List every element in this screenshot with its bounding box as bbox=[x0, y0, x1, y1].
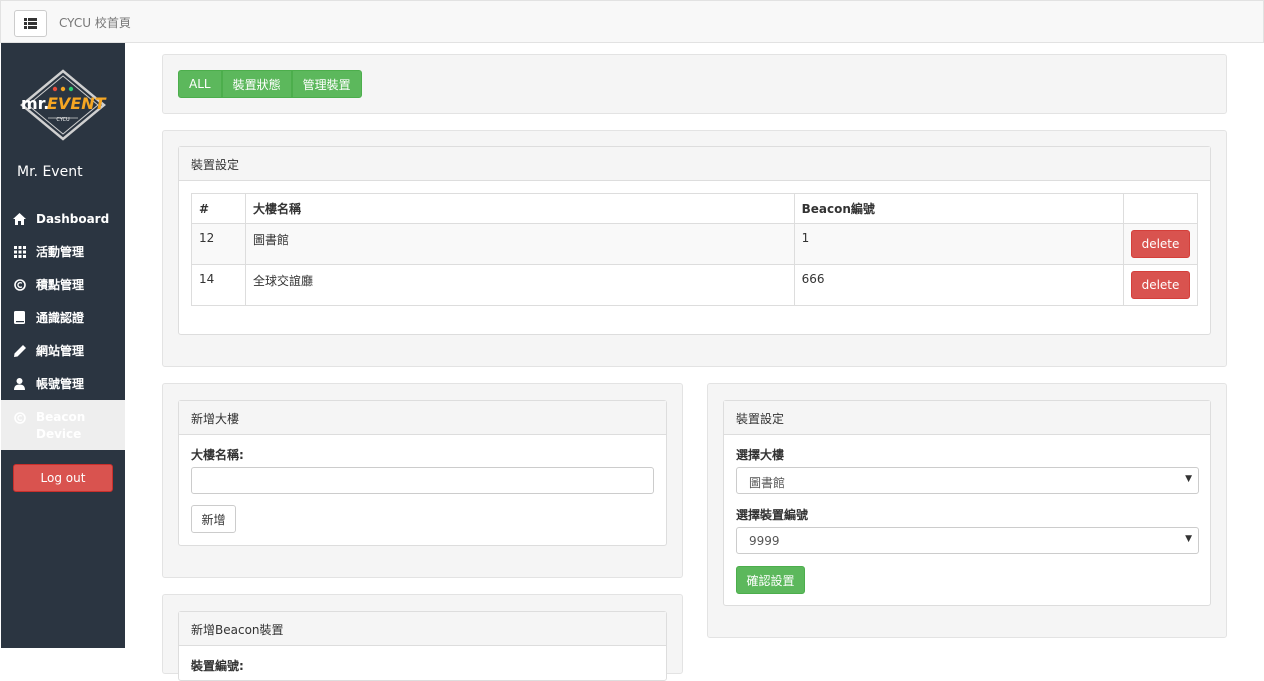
grid-icon bbox=[13, 245, 26, 258]
panel-heading: 新增大樓 bbox=[179, 401, 666, 435]
filter-button-group: ALL 裝置狀態 管理裝置 bbox=[178, 70, 362, 98]
building-name-input[interactable] bbox=[191, 467, 654, 494]
device-config-panel: 裝置設定 選擇大樓 圖書館 ▼ 選擇裝置編號 9999 ▼ 確認設置 bbox=[723, 400, 1211, 606]
sidebar-item-dashboard[interactable]: Dashboard bbox=[1, 202, 125, 235]
sidebar-item-accounts[interactable]: 帳號管理 bbox=[1, 367, 125, 400]
menu-toggle-button[interactable] bbox=[14, 10, 47, 37]
filter-well: ALL 裝置狀態 管理裝置 bbox=[162, 54, 1227, 114]
column-header bbox=[1122, 193, 1199, 224]
sidebar-item-points[interactable]: 積點管理 bbox=[1, 268, 125, 301]
sidebar-nav: Dashboard 活動管理 積點管理 通識認證 網站管理 帳號管理 Beaco… bbox=[1, 202, 125, 450]
sidebar-item-label: 積點管理 bbox=[36, 278, 85, 292]
mr-event-logo: mr. EVENT CYCU bbox=[20, 69, 107, 141]
column-header: Beacon編號 bbox=[793, 193, 1124, 224]
building-select-value: 圖書館 bbox=[749, 476, 786, 490]
sidebar-item-label: 帳號管理 bbox=[36, 377, 85, 391]
row-beacon: 1 bbox=[793, 223, 1124, 265]
row-action: delete bbox=[1122, 264, 1199, 306]
building-name-label: 大樓名稱: bbox=[191, 448, 244, 462]
home-link[interactable]: CYCU 校首頁 bbox=[59, 14, 131, 31]
sidebar-item-certification[interactable]: 通識認證 bbox=[1, 301, 125, 334]
sidebar-item-label: 網站管理 bbox=[36, 344, 85, 358]
tab-all[interactable]: ALL bbox=[178, 70, 222, 98]
sidebar-item-label: 通識認證 bbox=[36, 311, 85, 325]
device-number-select[interactable]: 9999 ▼ bbox=[736, 527, 1199, 554]
logo-subtext: CYCU bbox=[56, 117, 70, 123]
sidebar-title: Mr. Event bbox=[17, 164, 83, 180]
add-beacon-well: 新增Beacon裝置 裝置編號: bbox=[162, 594, 683, 681]
device-select-value: 9999 bbox=[749, 534, 780, 548]
panel-heading: 裝置設定 bbox=[179, 147, 1210, 181]
top-navbar: CYCU 校首頁 bbox=[0, 0, 1264, 43]
book-icon bbox=[13, 311, 26, 324]
table-row: 12 圖書館 1 delete bbox=[191, 223, 1199, 265]
add-building-panel: 新增大樓 大樓名稱: 新增 bbox=[178, 400, 667, 546]
delete-button[interactable]: delete bbox=[1130, 271, 1190, 299]
pencil-icon bbox=[13, 344, 26, 357]
row-beacon: 666 bbox=[793, 264, 1124, 306]
panel-heading: 新增Beacon裝置 bbox=[179, 612, 666, 646]
row-building: 圖書館 bbox=[244, 223, 795, 265]
panel-heading: 裝置設定 bbox=[724, 401, 1210, 435]
user-icon bbox=[13, 377, 26, 390]
row-action: delete bbox=[1122, 223, 1199, 265]
sidebar-item-events[interactable]: 活動管理 bbox=[1, 235, 125, 268]
sidebar: mr. EVENT CYCU Mr. Event Dashboard 活動管理 … bbox=[1, 43, 125, 648]
tab-manage-devices[interactable]: 管理裝置 bbox=[291, 70, 362, 98]
logo-text: EVENT bbox=[47, 94, 107, 113]
device-settings-panel: 裝置設定 # 大樓名稱 Beacon編號 12 圖書館 1 delete 14 … bbox=[178, 146, 1211, 335]
tab-device-status[interactable]: 裝置狀態 bbox=[221, 70, 292, 98]
add-building-well: 新增大樓 大樓名稱: 新增 bbox=[162, 383, 683, 578]
copyright-icon bbox=[13, 411, 26, 424]
select-device-label: 選擇裝置編號 bbox=[736, 508, 809, 522]
table-row: 14 全球交誼廳 666 delete bbox=[191, 264, 1199, 306]
column-header: # bbox=[191, 193, 246, 224]
sidebar-item-beacon-device[interactable]: Beacon Device bbox=[1, 400, 125, 450]
device-settings-table: # 大樓名稱 Beacon編號 12 圖書館 1 delete 14 全球交誼廳… bbox=[191, 193, 1199, 306]
sidebar-item-label: Beacon Device bbox=[36, 410, 86, 441]
column-header: 大樓名稱 bbox=[244, 193, 795, 224]
sidebar-item-label: 活動管理 bbox=[36, 245, 85, 259]
caret-down-icon: ▼ bbox=[1185, 534, 1192, 544]
device-number-label: 裝置編號: bbox=[191, 659, 244, 673]
home-icon bbox=[13, 212, 26, 225]
select-building-label: 選擇大樓 bbox=[736, 448, 785, 462]
list-icon bbox=[24, 18, 37, 29]
add-building-button[interactable]: 新增 bbox=[191, 505, 236, 533]
caret-down-icon: ▼ bbox=[1185, 474, 1192, 484]
row-id: 14 bbox=[191, 264, 246, 306]
logout-button[interactable]: Log out bbox=[13, 464, 113, 492]
sidebar-item-label: Dashboard bbox=[36, 211, 110, 226]
confirm-setting-button[interactable]: 確認設置 bbox=[736, 566, 805, 594]
delete-button[interactable]: delete bbox=[1130, 230, 1190, 258]
svg-text:mr.: mr. bbox=[21, 94, 49, 113]
row-building: 全球交誼廳 bbox=[244, 264, 795, 306]
copyright-icon bbox=[13, 278, 26, 291]
row-id: 12 bbox=[191, 223, 246, 265]
device-table-well: 裝置設定 # 大樓名稱 Beacon編號 12 圖書館 1 delete 14 … bbox=[162, 130, 1227, 367]
device-config-well: 裝置設定 選擇大樓 圖書館 ▼ 選擇裝置編號 9999 ▼ 確認設置 bbox=[707, 383, 1227, 638]
building-select[interactable]: 圖書館 ▼ bbox=[736, 467, 1199, 494]
sidebar-item-website[interactable]: 網站管理 bbox=[1, 334, 125, 367]
add-beacon-panel: 新增Beacon裝置 裝置編號: bbox=[178, 611, 667, 681]
